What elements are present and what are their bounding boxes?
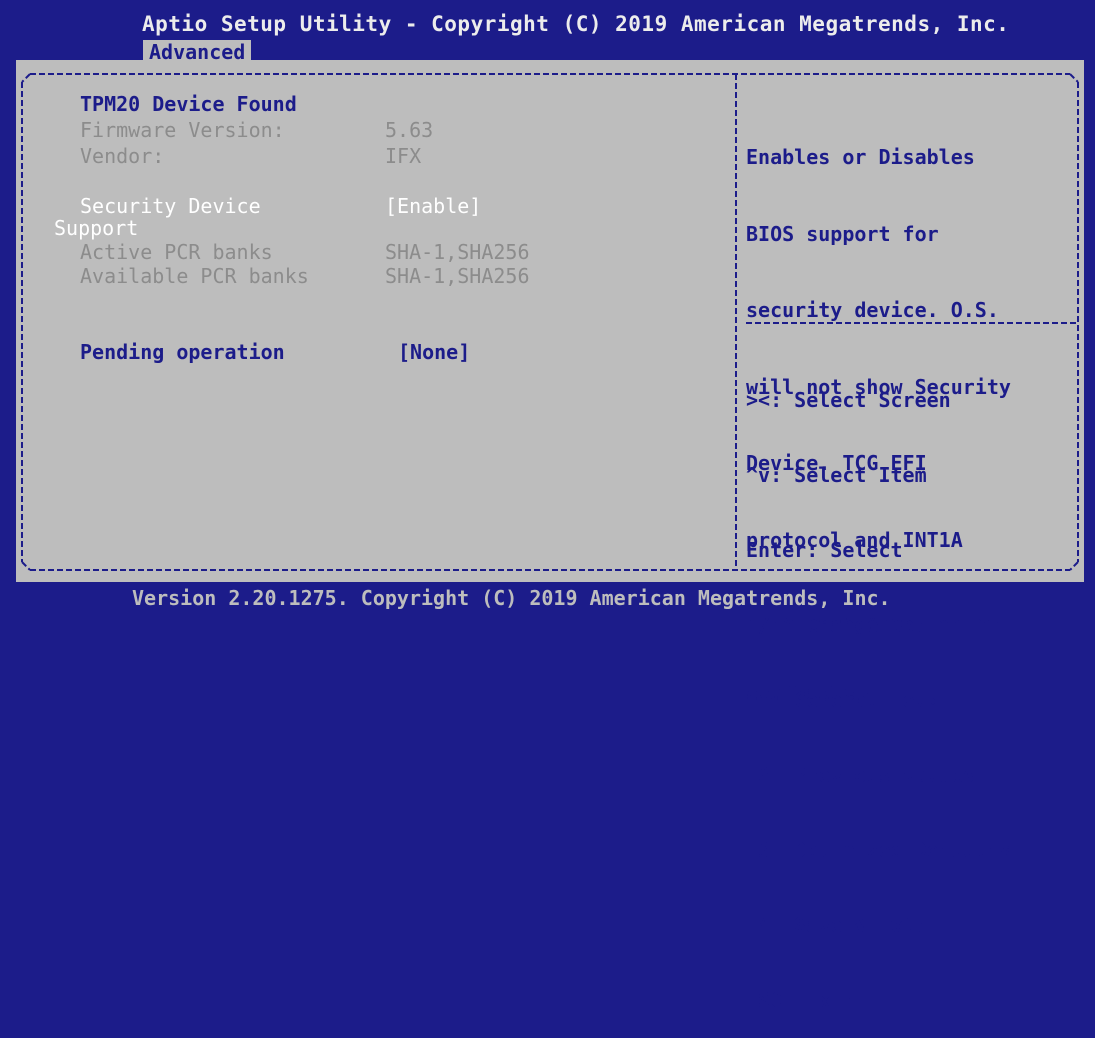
tab-advanced[interactable]: Advanced bbox=[143, 40, 252, 64]
available-pcr-banks-value: SHA-1,SHA256 bbox=[385, 264, 530, 288]
key-legend-item: ><: Select Screen bbox=[746, 388, 951, 412]
key-legend-item: F4: Save & Exit bbox=[746, 913, 927, 937]
help-line: security device. O.S. bbox=[746, 298, 999, 322]
security-device-support-label-wrap[interactable]: Support bbox=[54, 216, 138, 240]
active-pcr-banks-value: SHA-1,SHA256 bbox=[385, 240, 530, 264]
available-pcr-banks-label: Available PCR banks bbox=[80, 264, 309, 288]
help-line: Enables or Disables bbox=[746, 145, 975, 169]
security-device-support-label[interactable]: Security Device bbox=[80, 194, 261, 218]
key-legend: ><: Select Screen ^v: Select Item Enter:… bbox=[746, 338, 1011, 1038]
key-legend-item: Enter: Select bbox=[746, 538, 903, 562]
key-legend-item: F2: Previous Values bbox=[746, 763, 975, 787]
key-legend-item: ESC: Exit bbox=[746, 988, 855, 1012]
key-legend-item: ^v: Select Item bbox=[746, 463, 927, 487]
pending-operation-label[interactable]: Pending operation bbox=[80, 340, 285, 364]
vendor-value: IFX bbox=[385, 144, 422, 168]
help-line: BIOS support for bbox=[746, 221, 939, 246]
vendor-label: Vendor: bbox=[80, 144, 165, 168]
key-legend-item: F3: Optimized Defaults bbox=[746, 838, 1011, 862]
firmware-version-value: 5.63 bbox=[385, 118, 434, 142]
active-pcr-banks-label: Active PCR banks bbox=[80, 240, 273, 264]
key-legend-item: F1: General Help bbox=[746, 688, 939, 712]
version-footer: Version 2.20.1275. Copyright (C) 2019 Am… bbox=[132, 586, 891, 610]
firmware-version-label: Firmware Version: bbox=[80, 118, 285, 142]
security-device-support-value[interactable]: [Enable] bbox=[385, 194, 481, 218]
pending-operation-value[interactable]: [None] bbox=[398, 340, 470, 364]
app-title: Aptio Setup Utility - Copyright (C) 2019… bbox=[142, 12, 1010, 36]
tpm-device-found-label: TPM20 Device Found bbox=[80, 92, 297, 116]
